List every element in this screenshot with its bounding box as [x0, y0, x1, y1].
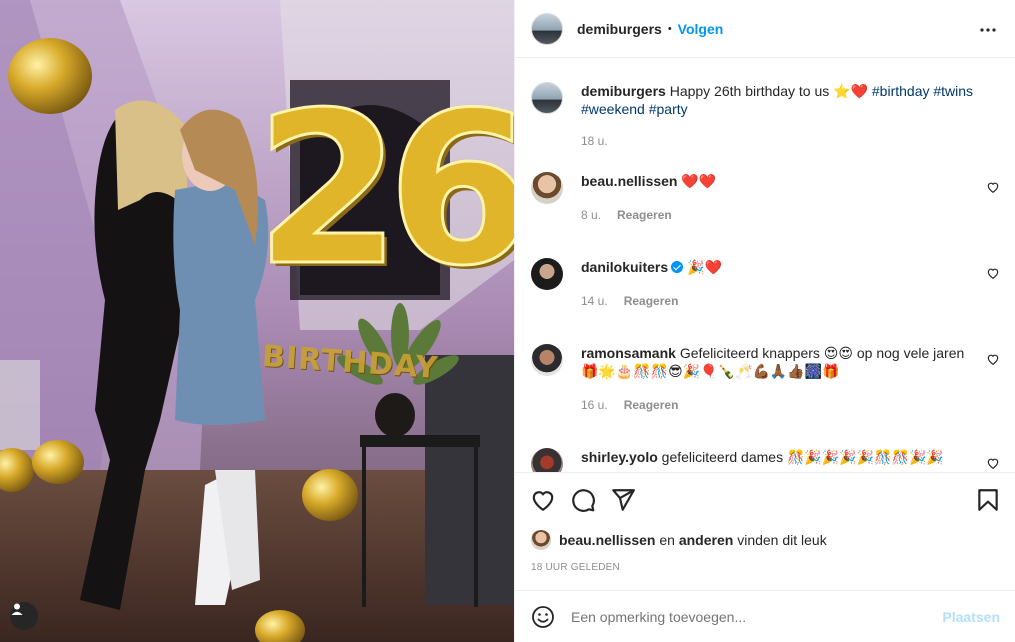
- post-photo[interactable]: 26 BIRTHDAY: [0, 0, 514, 642]
- author-avatar[interactable]: [531, 12, 563, 45]
- likes-suffix: vinden dit leuk: [737, 532, 827, 548]
- comment-username[interactable]: ramonsamank: [581, 345, 676, 361]
- post-timestamp[interactable]: 18 uur geleden: [531, 562, 620, 573]
- caption-body: Happy 26th birthday to us ⭐❤️: [669, 83, 868, 99]
- comments-list[interactable]: demiburgers Happy 26th birthday to us ⭐❤…: [515, 58, 1015, 472]
- more-horizontal-icon: [980, 28, 996, 32]
- comment-text: beau.nellissen ❤️❤️: [581, 172, 981, 190]
- caption-time: 18 u.: [581, 134, 608, 148]
- caption-text: demiburgers Happy 26th birthday to us ⭐❤…: [581, 82, 981, 118]
- comment-body: 🎉❤️: [687, 259, 722, 275]
- comment-text: danilokuiters 🎉❤️: [581, 258, 981, 276]
- comment-icon[interactable]: [570, 487, 596, 513]
- add-comment-bar: Plaatsen: [515, 590, 1015, 642]
- comment-meta: 14 u. Reageren: [581, 294, 678, 308]
- likes-others-link[interactable]: anderen: [679, 532, 733, 548]
- comment-meta: 16 u. Reageren: [581, 398, 678, 412]
- likes-connector: en: [659, 532, 675, 548]
- author-username[interactable]: demiburgers: [577, 21, 662, 37]
- comment-meta: 8 u. Reageren: [581, 208, 672, 222]
- reply-button[interactable]: Reageren: [624, 294, 679, 308]
- comment-username[interactable]: danilokuiters: [581, 259, 668, 275]
- hashtag[interactable]: #birthday: [872, 83, 930, 99]
- commenter-avatar[interactable]: [531, 448, 563, 472]
- reply-button[interactable]: Reageren: [617, 208, 672, 222]
- hashtag[interactable]: #party: [649, 101, 688, 117]
- balloon-number: 26: [253, 67, 514, 312]
- emoji-icon[interactable]: [531, 605, 555, 629]
- liker-avatar[interactable]: [531, 530, 551, 550]
- caption-username[interactable]: demiburgers: [581, 83, 666, 99]
- bookmark-icon[interactable]: [975, 487, 1001, 513]
- hashtag[interactable]: #twins: [933, 83, 973, 99]
- author-avatar[interactable]: [531, 82, 563, 114]
- caption: demiburgers Happy 26th birthday to us ⭐❤…: [531, 82, 1000, 152]
- comment-input[interactable]: [571, 608, 943, 625]
- commenter-avatar[interactable]: [531, 258, 563, 290]
- follow-button[interactable]: Volgen: [678, 21, 724, 37]
- heart-icon[interactable]: [530, 487, 556, 513]
- comment-item: danilokuiters 🎉❤️ 14 u. Reageren: [531, 258, 1000, 318]
- comment-like-icon[interactable]: [986, 352, 1000, 366]
- verified-badge-icon: [671, 261, 684, 273]
- comment-like-icon[interactable]: [986, 180, 1000, 194]
- separator-dot: •: [667, 22, 672, 35]
- comment-item: ramonsamank Gefeliciteerd knappers 😍😍 op…: [531, 344, 1000, 424]
- post-header: demiburgers • Volgen: [515, 0, 1015, 58]
- comment-like-icon[interactable]: [986, 266, 1000, 280]
- comment-body: ❤️❤️: [681, 173, 717, 189]
- comment-username[interactable]: shirley.yolo: [581, 449, 658, 465]
- comment-time[interactable]: 16 u.: [581, 398, 608, 412]
- comment-username[interactable]: beau.nellissen: [581, 173, 677, 189]
- comment-text: ramonsamank Gefeliciteerd knappers 😍😍 op…: [581, 344, 981, 380]
- comment-time[interactable]: 8 u.: [581, 208, 601, 222]
- user-tag-icon: [11, 603, 23, 615]
- comment-item: beau.nellissen ❤️❤️ 8 u. Reageren: [531, 172, 1000, 232]
- commenter-avatar[interactable]: [531, 344, 563, 376]
- hashtag[interactable]: #weekend: [581, 101, 645, 117]
- liker-username[interactable]: beau.nellissen: [559, 532, 655, 548]
- post-comment-button[interactable]: Plaatsen: [942, 609, 1000, 625]
- user-tag-button[interactable]: [10, 602, 38, 630]
- commenter-avatar[interactable]: [531, 172, 563, 204]
- action-bar: [515, 472, 1015, 528]
- more-options-button[interactable]: [976, 18, 1000, 42]
- comment-time[interactable]: 14 u.: [581, 294, 608, 308]
- comment-like-icon[interactable]: [986, 456, 1000, 470]
- share-icon[interactable]: [610, 487, 636, 513]
- comment-text: shirley.yolo gefeliciteerd dames 🎊🎉🎉🎉🎉🎊🎊…: [581, 448, 981, 466]
- reply-button[interactable]: Reageren: [624, 398, 679, 412]
- comment-body: gefeliciteerd dames 🎊🎉🎉🎉🎉🎊🎊🎉🎉: [661, 449, 944, 465]
- post-side-panel: demiburgers • Volgen demiburgers Happy 2…: [514, 0, 1015, 642]
- caption-time-text[interactable]: 18 u.: [581, 134, 608, 148]
- likes-summary: beau.nellissen en anderen vinden dit leu…: [531, 528, 827, 552]
- comment-item: shirley.yolo gefeliciteerd dames 🎊🎉🎉🎉🎉🎊🎊…: [531, 448, 1000, 472]
